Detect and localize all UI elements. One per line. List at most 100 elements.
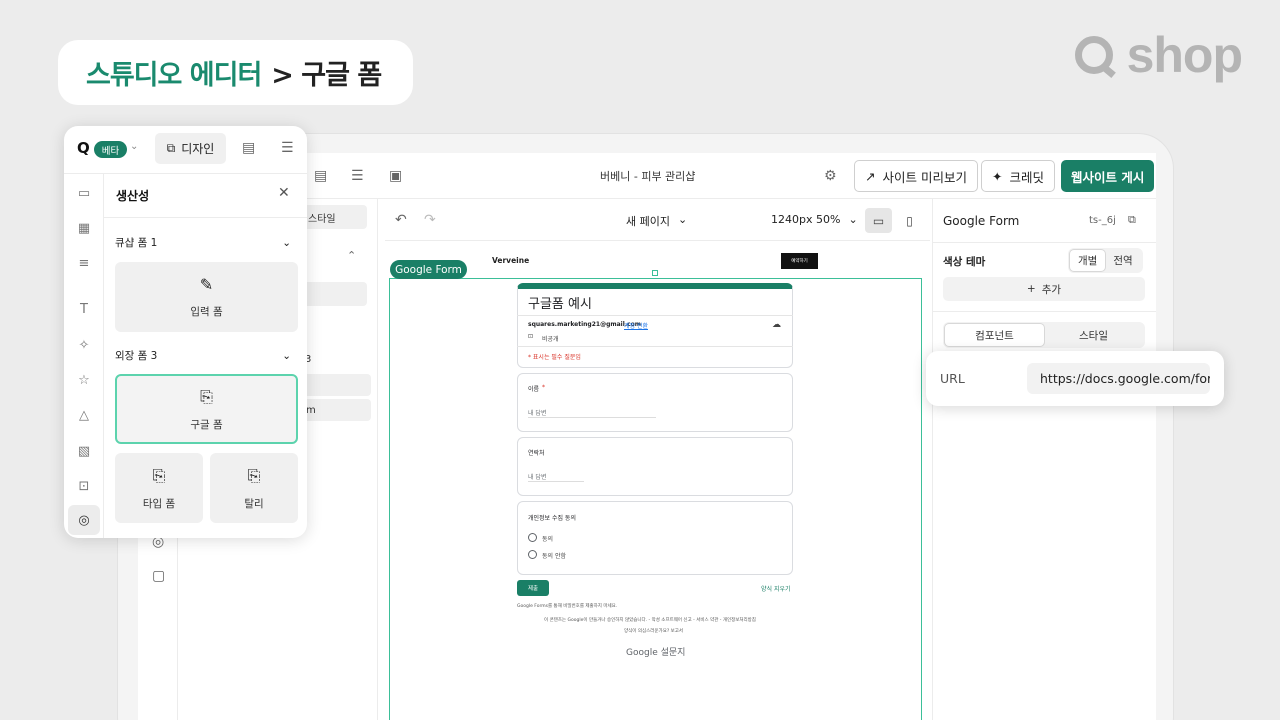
add-button[interactable]: + 추가: [943, 277, 1145, 301]
seg-individual[interactable]: 개별: [1070, 250, 1106, 271]
panel-tabs: 컴포넌트 스타일: [943, 322, 1145, 348]
component-id: ts-_6j: [1089, 215, 1116, 226]
radio-agree[interactable]: [528, 533, 537, 542]
form-icon: ✎: [199, 275, 214, 294]
mobile-view-button[interactable]: ▯: [896, 208, 923, 233]
page-selector[interactable]: 새 페이지 ⌄: [626, 213, 687, 229]
question-contact: 연락처: [528, 450, 545, 457]
required-note: * 표시는 필수 질문임: [528, 354, 581, 361]
clipboard-icon: ⎘: [200, 386, 213, 406]
q-logo-icon: Q: [77, 139, 90, 157]
form-title: 구글폼 예시: [528, 297, 592, 312]
desktop-view-button[interactable]: ▭: [865, 208, 892, 233]
layers-row[interactable]: [300, 374, 371, 396]
design-tab[interactable]: ⧉ 디자인: [155, 133, 226, 164]
site-preview-button[interactable]: ↗ 사이트 미리보기: [854, 160, 978, 192]
tab-style[interactable]: 스타일: [1044, 324, 1143, 346]
color-theme-label: 색상 테마: [943, 256, 986, 268]
grid-icon[interactable]: ▦: [64, 221, 104, 236]
resize-handle[interactable]: [652, 270, 658, 276]
settings-icon[interactable]: ⚙: [824, 168, 837, 184]
beta-badge: 베타: [94, 141, 127, 158]
close-icon[interactable]: ✕: [278, 185, 290, 201]
component-tag: Google Form: [390, 260, 467, 279]
database-icon[interactable]: ☰: [351, 168, 364, 184]
form-footer-report: 양식이 의심스러운가요? 보고서: [624, 629, 684, 634]
input-underline: [528, 417, 656, 418]
tile-input-form[interactable]: ✎ 입력 폼: [115, 262, 298, 332]
seg-global[interactable]: 전역: [1105, 250, 1140, 271]
bag-icon[interactable]: ▢: [152, 568, 165, 584]
magic-icon[interactable]: ✧: [64, 338, 104, 353]
cloud-icon: ☁: [772, 320, 781, 330]
layout-icon[interactable]: ▤: [242, 140, 255, 156]
site-logo: Verveine: [492, 256, 530, 265]
question-name: 이름: [528, 386, 540, 393]
section-external-forms[interactable]: 외장 폼 3 ⌄: [115, 348, 291, 363]
zoom-selector[interactable]: 1240px 50% ⌄: [771, 213, 858, 226]
brand-logo: shop: [1074, 26, 1243, 84]
tab-component[interactable]: 컴포넌트: [945, 324, 1044, 346]
site-preview-label: 사이트 미리보기: [882, 169, 967, 185]
tile-tally[interactable]: ⎘ 탈리: [210, 453, 298, 523]
layout-icon[interactable]: ▤: [314, 168, 327, 184]
section-qshop-forms[interactable]: 큐샵 폼 1 ⌄: [115, 235, 291, 250]
question-consent: 개인정보 수집 동의: [528, 515, 576, 522]
divider: [517, 315, 793, 316]
sparkle-icon: ✦: [992, 168, 1003, 184]
clear-form-link[interactable]: 양식 지우기: [761, 584, 791, 593]
divider: [517, 346, 793, 347]
section-icon[interactable]: ▭: [64, 186, 104, 201]
divider: [104, 217, 307, 218]
redo-icon[interactable]: ↷: [424, 212, 436, 228]
code-icon[interactable]: ⊡: [64, 479, 104, 494]
chevron-down-icon: ⌄: [282, 349, 291, 362]
title-google-form: > 구글 폼: [271, 60, 382, 91]
question-card-name: [517, 373, 793, 432]
copy-icon[interactable]: ⧉: [1128, 213, 1136, 227]
option-agree: 동의: [542, 536, 554, 543]
image-icon[interactable]: ▣: [389, 168, 402, 184]
publish-button[interactable]: 웹사이트 게시: [1061, 160, 1155, 192]
undo-icon[interactable]: ↶: [395, 212, 407, 228]
page-selector-label: 새 페이지: [626, 215, 670, 228]
color-theme-toggle: 개별 전역: [1068, 248, 1143, 273]
site-cta-button[interactable]: 예약하기: [781, 253, 818, 269]
chevron-down-icon: ⌄: [282, 236, 291, 249]
chevron-down-icon: ⌄: [848, 213, 858, 226]
design-icon: ⧉: [166, 141, 176, 155]
chevron-down-icon: ⌄: [677, 213, 688, 226]
menu-icon[interactable]: ≡: [64, 256, 104, 271]
collapse-icon[interactable]: ⌃: [347, 249, 356, 262]
media-icon[interactable]: ▧: [64, 444, 104, 459]
url-label: URL: [940, 371, 965, 386]
add-label: 추가: [1041, 283, 1062, 296]
form-private: 비공개: [542, 336, 559, 343]
chevron-down-icon[interactable]: ⌄: [130, 141, 138, 152]
star-icon[interactable]: ☆: [64, 373, 104, 388]
layers-style-tab[interactable]: 스타일: [300, 205, 367, 229]
credit-button[interactable]: ✦ 크레딧: [981, 160, 1055, 192]
clipboard-icon: ⎘: [247, 465, 261, 485]
tile-typeform[interactable]: ⎘ 타입 폼: [115, 453, 203, 523]
url-input[interactable]: https://docs.google.com/forms: [1027, 363, 1210, 394]
tile-tally-label: 탈리: [244, 497, 264, 510]
layers-search[interactable]: [300, 282, 367, 306]
layers-row-selected[interactable]: m: [300, 399, 371, 421]
database-icon[interactable]: ☰: [281, 140, 294, 156]
divider: [932, 311, 1156, 312]
answer-input-contact[interactable]: 내 답변: [528, 472, 546, 481]
answer-input-name[interactable]: 내 답변: [528, 408, 546, 417]
productivity-icon[interactable]: ◎: [64, 513, 104, 528]
clipboard-icon: ⎘: [152, 465, 166, 485]
switch-account-link[interactable]: 계정 전환: [624, 321, 648, 330]
layers-row-text: m: [306, 404, 316, 416]
radio-disagree[interactable]: [528, 550, 537, 559]
form-submit-button[interactable]: 제출: [517, 580, 549, 596]
tile-input-label: 입력 폼: [190, 306, 223, 318]
shapes-icon[interactable]: △: [64, 408, 104, 423]
private-icon: ⊡: [528, 333, 534, 340]
google-forms-logo: Google 설문지: [626, 648, 686, 658]
text-icon[interactable]: T: [64, 302, 104, 317]
tile-google-form[interactable]: ⎘ 구글 폼: [115, 374, 298, 444]
